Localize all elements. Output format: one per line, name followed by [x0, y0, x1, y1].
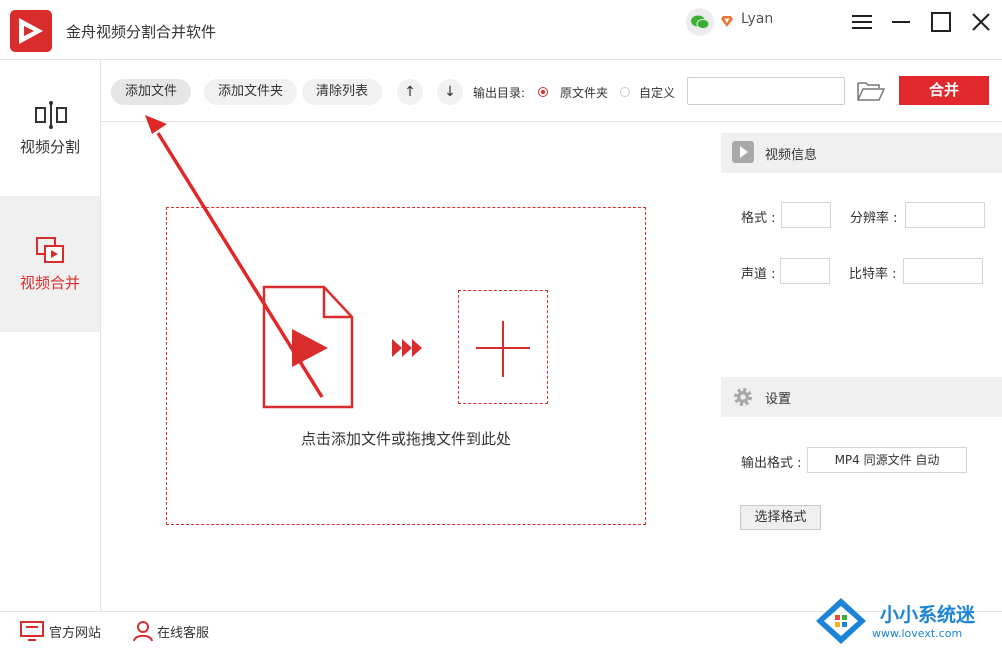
- monitor-icon: [20, 621, 44, 645]
- radio-custom[interactable]: [620, 87, 630, 97]
- watermark-logo-icon: [814, 596, 868, 650]
- sidebar-item-split[interactable]: 视频分割: [0, 60, 100, 196]
- merge-icon: [35, 236, 67, 270]
- online-support-link[interactable]: 在线客服: [157, 622, 209, 641]
- resolution-field: [905, 202, 985, 228]
- merge-button[interactable]: 合并: [899, 76, 989, 105]
- output-path-input[interactable]: [687, 77, 845, 105]
- video-info-title: 视频信息: [765, 148, 818, 163]
- drop-zone[interactable]: [166, 207, 646, 525]
- close-icon[interactable]: [969, 10, 993, 34]
- radio-source-folder[interactable]: [538, 87, 548, 97]
- choose-format-button[interactable]: 选择格式: [740, 505, 821, 530]
- settings-header: 设置: [721, 377, 1002, 417]
- arrows-forward-icon: [392, 337, 424, 363]
- add-folder-button[interactable]: 添加文件夹: [204, 79, 298, 105]
- watermark-name: 小小系统迷: [880, 604, 976, 626]
- video-info-header: 视频信息: [721, 133, 1002, 173]
- maximize-icon[interactable]: [929, 10, 953, 34]
- add-placeholder-box[interactable]: [458, 290, 548, 404]
- sidebar-item-merge-label: 视频合并: [19, 274, 80, 292]
- move-down-icon[interactable]: ↓: [437, 79, 463, 105]
- output-dir-label: 输出目录:: [473, 86, 526, 100]
- app-logo-icon: [10, 10, 52, 52]
- official-website-link[interactable]: 官方网站: [49, 622, 101, 641]
- minimize-icon[interactable]: [889, 10, 913, 34]
- format-field: [781, 202, 831, 228]
- menu-icon[interactable]: [850, 10, 874, 34]
- radio-custom-label: 自定义: [639, 86, 676, 100]
- sidebar-item-split-label: 视频分割: [19, 138, 80, 156]
- sidebar-item-merge[interactable]: 视频合并: [0, 196, 100, 332]
- app-title: 金舟视频分割合并软件: [66, 23, 217, 41]
- bitrate-field: [903, 258, 983, 284]
- gear-icon: [734, 388, 752, 406]
- settings-title: 设置: [765, 392, 792, 407]
- bitrate-label: 比特率 :: [849, 267, 897, 282]
- drop-hint: 点击添加文件或拖拽文件到此处: [300, 430, 511, 448]
- split-icon: [35, 100, 67, 134]
- format-label: 格式 :: [741, 211, 776, 226]
- clear-list-button[interactable]: 清除列表: [302, 79, 383, 105]
- video-info-icon: [732, 141, 754, 163]
- username[interactable]: Lyan: [741, 11, 773, 27]
- channel-field: [780, 258, 830, 284]
- vip-diamond-icon: [720, 13, 734, 32]
- watermark-url: www.lovext.com: [872, 627, 963, 640]
- radio-source-label: 原文件夹: [560, 86, 609, 100]
- add-file-button[interactable]: 添加文件: [111, 79, 192, 105]
- output-format-field: MP4 同源文件 自动: [807, 447, 967, 473]
- move-up-icon[interactable]: ↑: [397, 79, 423, 105]
- support-person-icon: [133, 620, 153, 646]
- resolution-label: 分辨率 :: [850, 211, 898, 226]
- output-format-label: 输出格式 :: [741, 456, 802, 471]
- video-file-icon: [262, 285, 354, 413]
- wechat-icon[interactable]: [686, 8, 714, 36]
- folder-open-icon[interactable]: [857, 80, 886, 106]
- channel-label: 声道 :: [741, 267, 776, 282]
- plus-icon: [476, 321, 530, 377]
